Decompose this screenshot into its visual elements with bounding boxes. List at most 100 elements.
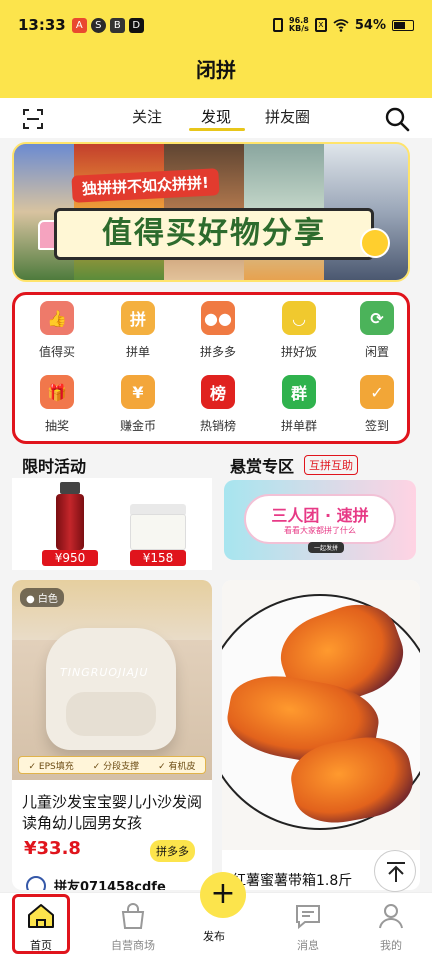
back-to-top-button[interactable]: [374, 850, 416, 892]
quick-entry-label: 值得买: [38, 345, 75, 359]
nav-label: 自营商场: [111, 939, 155, 952]
nav-label: 我的: [380, 939, 402, 952]
product-title: 红薯蜜薯带箱1.8斤: [232, 873, 353, 889]
home-highlight: [12, 894, 70, 954]
feature-text: EPS填充: [38, 761, 74, 772]
user-name[interactable]: 拼友071458cdfe: [54, 876, 166, 890]
thumbs-up-icon: 👍: [40, 301, 74, 335]
product-image: [222, 580, 420, 850]
scan-icon[interactable]: [22, 108, 44, 130]
quick-entry-label: 热销榜: [199, 419, 236, 433]
calendar-check-icon: ✓: [360, 375, 394, 409]
feature-item: ✓ 分段支撑: [92, 761, 140, 772]
feature-item: ✓ 有机皮: [158, 761, 196, 772]
app-notification-icon: B: [109, 17, 125, 33]
cart-recycle-icon: ⟳: [360, 301, 394, 335]
tab-discover[interactable]: 发现: [201, 106, 231, 127]
feature-text: 分段支撑: [103, 761, 140, 772]
quick-entry-label: 拼好饭: [280, 345, 317, 359]
banner-headline: 值得买好物分享: [54, 208, 374, 260]
limited-activity-card[interactable]: ¥950 ¥158: [12, 478, 212, 570]
tab-friends-circle[interactable]: 拼友圈: [265, 106, 310, 127]
vibrate-icon: [272, 18, 283, 32]
bounty-banner-subtitle: 看看大家都拼了什么: [284, 526, 356, 535]
shopping-bag-icon: [121, 903, 145, 929]
person-icon: [379, 904, 403, 929]
coin-hand-icon: ¥: [121, 375, 155, 409]
group-chat-icon: 群: [282, 375, 316, 409]
quick-entry-item[interactable]: 群拼单群: [269, 375, 329, 434]
publish-button[interactable]: +: [200, 872, 246, 918]
page-title: 闭拼: [196, 58, 236, 82]
feature-text: 有机皮: [168, 761, 196, 772]
avatar[interactable]: [26, 876, 46, 890]
bounty-badge: 互拼互助: [304, 455, 358, 475]
search-icon[interactable]: [384, 106, 410, 132]
smile-bowl-icon: ◡: [282, 301, 316, 335]
battery-level: 54%: [354, 17, 386, 33]
color-badge-text: 白色: [37, 594, 58, 605]
quick-entry-label: 抽奖: [44, 419, 69, 433]
feed-card[interactable]: 红薯蜜薯带箱1.8斤: [222, 580, 420, 890]
quick-entry-label: 拼单群: [280, 419, 317, 433]
publish-label: 发布: [203, 930, 225, 943]
network-speed-unit: KB/s: [288, 24, 309, 33]
quick-entry-label: 赚金币: [119, 419, 156, 433]
watermark: TINGRUOJIAJU: [60, 666, 149, 679]
wifi-icon: [333, 18, 349, 32]
price-tag: ¥950: [42, 550, 98, 566]
tiktok-icon: D: [128, 17, 144, 33]
feature-item: ✓ EPS填充: [28, 761, 74, 772]
group-people-icon: ●●: [201, 301, 235, 335]
network-speed: 96.8 KB/s: [289, 17, 309, 33]
bounty-banner-button: 一起发拼: [308, 542, 345, 553]
quick-entry-label: 闲置: [364, 345, 389, 359]
bounty-zone-title: 悬赏专区: [230, 457, 295, 476]
quick-entry-grid: 👍 值得买拼拼单 ●● 拼多多 ◡ 拼好饭 ⟳ 闲置 🎁 抽奖 ¥ 赚金币榜热销榜群拼单群 ✓ 签到: [12, 292, 410, 444]
ranking-icon: 榜: [201, 375, 235, 409]
nav-profile[interactable]: 我的: [356, 893, 426, 953]
bounty-banner[interactable]: 三人团 · 速拼 看看大家都拼了什么 一起发拼: [224, 480, 416, 560]
quick-entry-item[interactable]: 🎁 抽奖: [27, 375, 87, 434]
product-price: ¥33.8: [24, 838, 81, 859]
product-title: 儿童沙发宝宝婴儿小沙发阅读角幼儿园男女孩: [22, 793, 203, 832]
nav-self-mall[interactable]: 自营商场: [98, 893, 168, 953]
pin-coin-icon: 拼: [121, 301, 155, 335]
serum-product-image[interactable]: [42, 480, 102, 556]
status-bar: 13:33 A S B D 96.8 KB/s x 54%: [0, 0, 432, 50]
app-notification-icon: A: [71, 17, 87, 33]
feed-card[interactable]: TINGRUOJIAJU ● 白色 ✓ EPS填充 ✓ 分段支撑 ✓ 有机皮 儿…: [12, 580, 212, 890]
platform-tag[interactable]: 拼多多: [150, 840, 195, 862]
nav-messages[interactable]: 消息: [273, 893, 343, 953]
message-icon: [296, 905, 320, 930]
arrow-up-icon: [387, 862, 405, 882]
product-image: TINGRUOJIAJU: [12, 580, 212, 780]
quick-entry-item[interactable]: ✓ 签到: [347, 375, 407, 434]
quick-entry-label: 拼多多: [199, 345, 236, 359]
quick-entry-item[interactable]: 👍 值得买: [27, 301, 87, 360]
quick-entry-label: 拼单: [125, 345, 150, 359]
quick-entry-item[interactable]: ●● 拼多多: [188, 301, 248, 360]
quick-entry-item[interactable]: 榜热销榜: [188, 375, 248, 434]
smile-emoji-icon: [360, 228, 390, 258]
quick-entry-item[interactable]: ¥ 赚金币: [108, 375, 168, 434]
active-tab-indicator: [189, 128, 245, 131]
quick-entry-item[interactable]: ◡ 拼好饭: [269, 301, 329, 360]
app-notification-icon: S: [90, 17, 106, 33]
sim-off-icon: x: [314, 18, 327, 32]
quick-entry-item[interactable]: ⟳ 闲置: [347, 301, 407, 360]
quick-entry-item[interactable]: 拼拼单: [108, 301, 168, 360]
gift-icon: 🎁: [40, 375, 74, 409]
battery-icon: [392, 19, 414, 31]
plus-icon: +: [210, 876, 236, 911]
feature-strip: ✓ EPS填充 ✓ 分段支撑 ✓ 有机皮: [18, 756, 206, 774]
bounty-banner-title: 三人团 · 速拼: [271, 506, 369, 525]
top-tab-bar: 关注 发现 拼友圈: [0, 98, 432, 138]
tab-follow[interactable]: 关注: [132, 106, 162, 127]
status-time: 13:33: [18, 16, 66, 34]
bounty-banner-label: 三人团 · 速拼 看看大家都拼了什么: [244, 494, 396, 544]
price-tag: ¥158: [130, 550, 186, 566]
color-badge: ● 白色: [20, 588, 64, 607]
promo-banner[interactable]: 独拼拼不如众拼拼! 值得买好物分享: [12, 142, 410, 282]
limited-activity-title: 限时活动: [22, 457, 87, 476]
